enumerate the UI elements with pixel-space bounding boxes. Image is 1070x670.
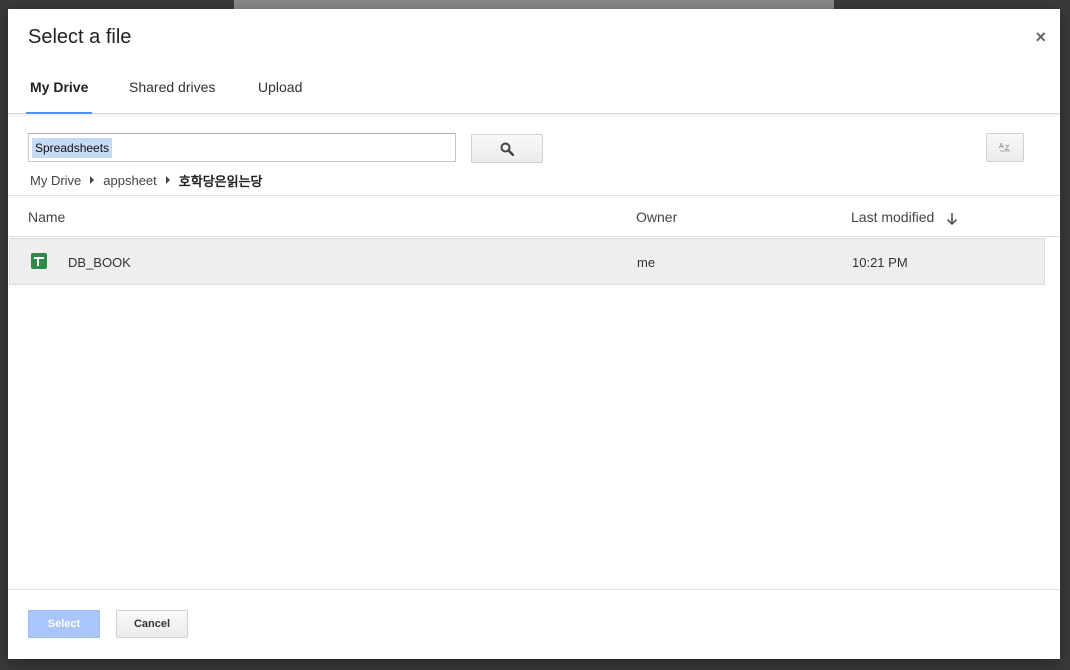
tab-bar-shadow (8, 114, 1060, 118)
breadcrumb: My Drive appsheet 호학당은읽는당 (30, 171, 263, 189)
breadcrumb-item[interactable]: appsheet (103, 173, 157, 188)
backdrop-window-strip (234, 0, 834, 9)
table-row[interactable]: DB_BOOK me 10:21 PM (9, 238, 1045, 285)
breadcrumb-chevron-icon (165, 176, 170, 184)
file-picker-dialog: Select a file × My Drive Shared drives U… (8, 9, 1060, 659)
search-input[interactable]: Spreadsheets (28, 133, 456, 162)
column-header-name[interactable]: Name (28, 209, 65, 225)
file-last-modified: 10:21 PM (852, 255, 908, 270)
tab-label: My Drive (30, 79, 89, 95)
column-header-label: Last modified (851, 209, 935, 225)
search-icon (500, 142, 514, 156)
select-button[interactable]: Select (28, 610, 100, 638)
file-name: DB_BOOK (68, 255, 131, 270)
dialog-title: Select a file (28, 26, 132, 48)
column-header-last-modified[interactable]: Last modified (851, 209, 958, 226)
tab-shared-drives[interactable]: Shared drives (125, 79, 219, 114)
search-input-value: Spreadsheets (32, 138, 113, 158)
svg-text:A: A (999, 143, 1004, 150)
tab-label: Upload (258, 79, 303, 95)
file-owner: me (637, 255, 656, 270)
tab-bar: My Drive Shared drives Upload (8, 69, 1060, 114)
sort-az-button[interactable]: A Z (986, 133, 1024, 162)
google-sheets-icon (31, 253, 47, 269)
divider (8, 589, 1060, 590)
close-icon[interactable]: × (1035, 28, 1046, 46)
tab-my-drive[interactable]: My Drive (26, 79, 93, 114)
cancel-button[interactable]: Cancel (116, 610, 188, 638)
divider (8, 236, 1060, 237)
breadcrumb-chevron-icon (90, 176, 95, 184)
column-header-owner[interactable]: Owner (636, 209, 677, 225)
sort-az-icon: A Z (999, 143, 1010, 152)
breadcrumb-current: 호학당은읽는당 (178, 173, 263, 189)
search-button[interactable] (471, 134, 543, 163)
arrow-down-icon (947, 213, 958, 226)
divider (8, 195, 1060, 196)
tab-upload[interactable]: Upload (254, 79, 306, 114)
breadcrumb-item[interactable]: My Drive (30, 173, 81, 188)
tab-label: Shared drives (129, 79, 216, 95)
